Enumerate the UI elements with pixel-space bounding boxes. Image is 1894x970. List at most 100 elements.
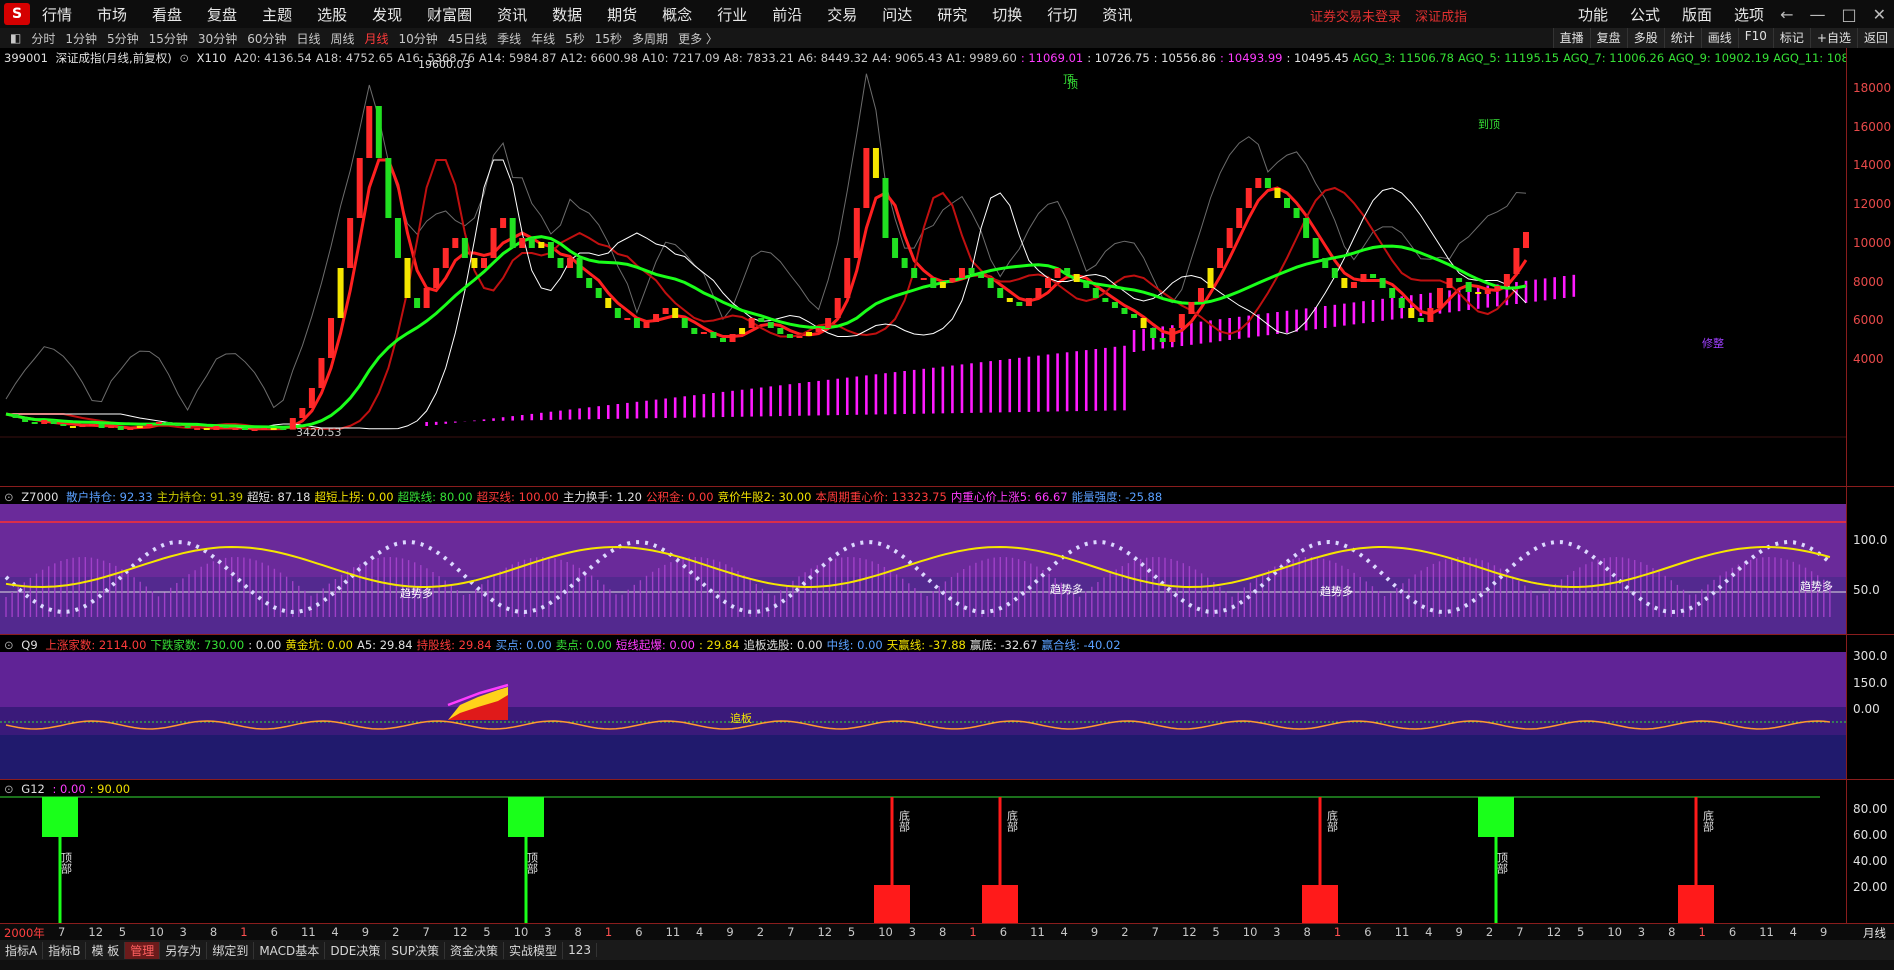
minimize-icon[interactable]: — [1809, 5, 1825, 24]
period-1[interactable]: 1分钟 [65, 30, 97, 47]
menu-item-0[interactable]: 行情 [42, 4, 72, 25]
menu-item-8[interactable]: 资讯 [497, 4, 527, 25]
g12-indicator-panel[interactable]: 顶部 顶部 底部 底部 底部 顶部 底部 ⊙ G12 : 0.00: 90.00 [0, 779, 1846, 924]
menu-item-14[interactable]: 交易 [827, 4, 857, 25]
right-menu-item-2[interactable]: 版面 [1682, 4, 1712, 25]
period-9[interactable]: 10分钟 [399, 30, 438, 47]
menu-item-18[interactable]: 行切 [1047, 4, 1077, 25]
menu-item-15[interactable]: 问达 [882, 4, 912, 25]
menu-item-19[interactable]: 资讯 [1102, 4, 1132, 25]
toolbar-button-5[interactable]: F10 [1737, 28, 1773, 48]
period-3[interactable]: 15分钟 [149, 30, 188, 47]
period-14[interactable]: 15秒 [595, 30, 622, 47]
tab-0[interactable]: 指标A [0, 941, 44, 959]
candle [576, 258, 583, 278]
z7000-canvas[interactable]: 趋势多 趋势多 趋势多 趋势多 [0, 487, 1846, 635]
z7000-indicator-panel[interactable]: 趋势多 趋势多 趋势多 趋势多 ⊙ Z7000 散户持仓: 92.33 主力持仓: 91… [0, 486, 1846, 634]
g12-name[interactable]: G12 [21, 782, 45, 796]
date-tick-6: 1 [240, 925, 248, 939]
period-15[interactable]: 多周期 [632, 30, 668, 47]
indicator-settings-icon[interactable]: ⊙ [4, 782, 14, 796]
period-6[interactable]: 日线 [296, 30, 320, 47]
period-2[interactable]: 5分钟 [107, 30, 139, 47]
menu-item-17[interactable]: 切换 [992, 4, 1022, 25]
toolbar-button-7[interactable]: +自选 [1809, 28, 1857, 48]
menu-item-3[interactable]: 复盘 [207, 4, 237, 25]
main-chart-canvas[interactable]: 19600.033420.53顶到顶顶修整 [0, 48, 1846, 486]
menu-item-9[interactable]: 数据 [552, 4, 582, 25]
tab-2[interactable]: 模 板 [86, 941, 126, 959]
main-kline-chart[interactable]: 399001 深证成指(月线,前复权) ⊙ X110 A20: 4136.54 A… [0, 48, 1863, 486]
tab-3[interactable]: 管理 [125, 941, 161, 959]
candle [461, 238, 468, 258]
tab-7[interactable]: DDE决策 [325, 941, 387, 959]
indicator-settings-icon[interactable]: ⊙ [4, 638, 14, 652]
z7000-name[interactable]: Z7000 [21, 490, 58, 504]
green-long-ma [5, 235, 1527, 429]
menu-item-6[interactable]: 发现 [372, 4, 402, 25]
right-menu-item-3[interactable]: 选项 [1734, 4, 1764, 25]
tab-1[interactable]: 指标B [43, 941, 87, 959]
menu-item-2[interactable]: 看盘 [152, 4, 182, 25]
toolbar-button-0[interactable]: 直播 [1552, 28, 1590, 48]
period-12[interactable]: 年线 [531, 30, 555, 47]
tab-10[interactable]: 实战模型 [504, 941, 564, 959]
toolbar-button-4[interactable]: 画线 [1700, 28, 1738, 48]
period-4[interactable]: 30分钟 [198, 30, 237, 47]
date-tick-57: 4 [1789, 925, 1797, 939]
close-icon[interactable]: ✕ [1873, 5, 1886, 24]
toolbar-button-2[interactable]: 多股 [1626, 28, 1664, 48]
period-11[interactable]: 季线 [497, 30, 521, 47]
menu-item-11[interactable]: 概念 [662, 4, 692, 25]
menu-toggle-icon[interactable]: ◧ [10, 31, 21, 45]
period-5[interactable]: 60分钟 [247, 30, 286, 47]
g12-top-label: 顶部 [60, 852, 73, 874]
candle [404, 258, 411, 298]
menu-item-7[interactable]: 财富圈 [427, 4, 472, 25]
candle [41, 420, 48, 424]
period-7[interactable]: 周线 [331, 30, 355, 47]
menu-item-16[interactable]: 研究 [937, 4, 967, 25]
z7000-label-2: 趋势多 [1320, 584, 1353, 598]
menu-item-12[interactable]: 行业 [717, 4, 747, 25]
date-tick-52: 3 [1637, 925, 1646, 939]
menu-item-1[interactable]: 市场 [97, 4, 127, 25]
q9-name[interactable]: Q9 [21, 638, 37, 652]
menu-item-5[interactable]: 选股 [317, 4, 347, 25]
menu-item-10[interactable]: 期货 [607, 4, 637, 25]
candle [681, 318, 688, 328]
q9-indicator-panel[interactable]: 追板 ⊙ Q9 上涨家数: 2114.00 下跌家数: 730.00: 0.00 黄… [0, 634, 1846, 779]
menu-item-13[interactable]: 前沿 [772, 4, 802, 25]
indicator-settings-icon[interactable]: ⊙ [4, 490, 14, 504]
app-logo[interactable]: S [4, 3, 30, 25]
g12-canvas[interactable]: 顶部 顶部 底部 底部 底部顶部 底部 [0, 780, 1846, 924]
period-8[interactable]: 月线 [365, 30, 389, 47]
period-16[interactable]: 更多 〉 [678, 30, 718, 47]
maximize-icon[interactable]: □ [1841, 5, 1856, 24]
candle [69, 426, 76, 428]
candle [729, 334, 736, 342]
back-icon[interactable]: ← [1780, 5, 1793, 24]
right-menu-item-1[interactable]: 公式 [1630, 4, 1660, 25]
candle [1035, 288, 1042, 298]
tab-11[interactable]: 123 [563, 943, 597, 957]
period-0[interactable]: 分时 [31, 30, 55, 47]
toolbar-button-6[interactable]: 标记 [1772, 28, 1810, 48]
toolbar-button-3[interactable]: 统计 [1663, 28, 1701, 48]
tab-4[interactable]: 另存为 [160, 941, 208, 959]
tab-6[interactable]: MACD基本 [254, 941, 326, 959]
tab-9[interactable]: 资金决策 [445, 941, 505, 959]
toolbar-button-1[interactable]: 复盘 [1589, 28, 1627, 48]
period-13[interactable]: 5秒 [565, 30, 585, 47]
tab-5[interactable]: 绑定到 [207, 941, 255, 959]
menu-item-4[interactable]: 主题 [262, 4, 292, 25]
tab-8[interactable]: SUP决策 [386, 941, 446, 959]
candle [968, 268, 975, 274]
candle [614, 308, 621, 318]
q9-param-7: 卖点: 0.00 [555, 638, 612, 652]
toolbar-button-8[interactable]: 返回 [1856, 28, 1894, 48]
q9-canvas[interactable]: 追板 [0, 635, 1846, 780]
period-10[interactable]: 45日线 [448, 30, 487, 47]
right-menu-item-0[interactable]: 功能 [1578, 4, 1608, 25]
trade-login-status[interactable]: 证券交易未登录 [1310, 10, 1401, 25]
